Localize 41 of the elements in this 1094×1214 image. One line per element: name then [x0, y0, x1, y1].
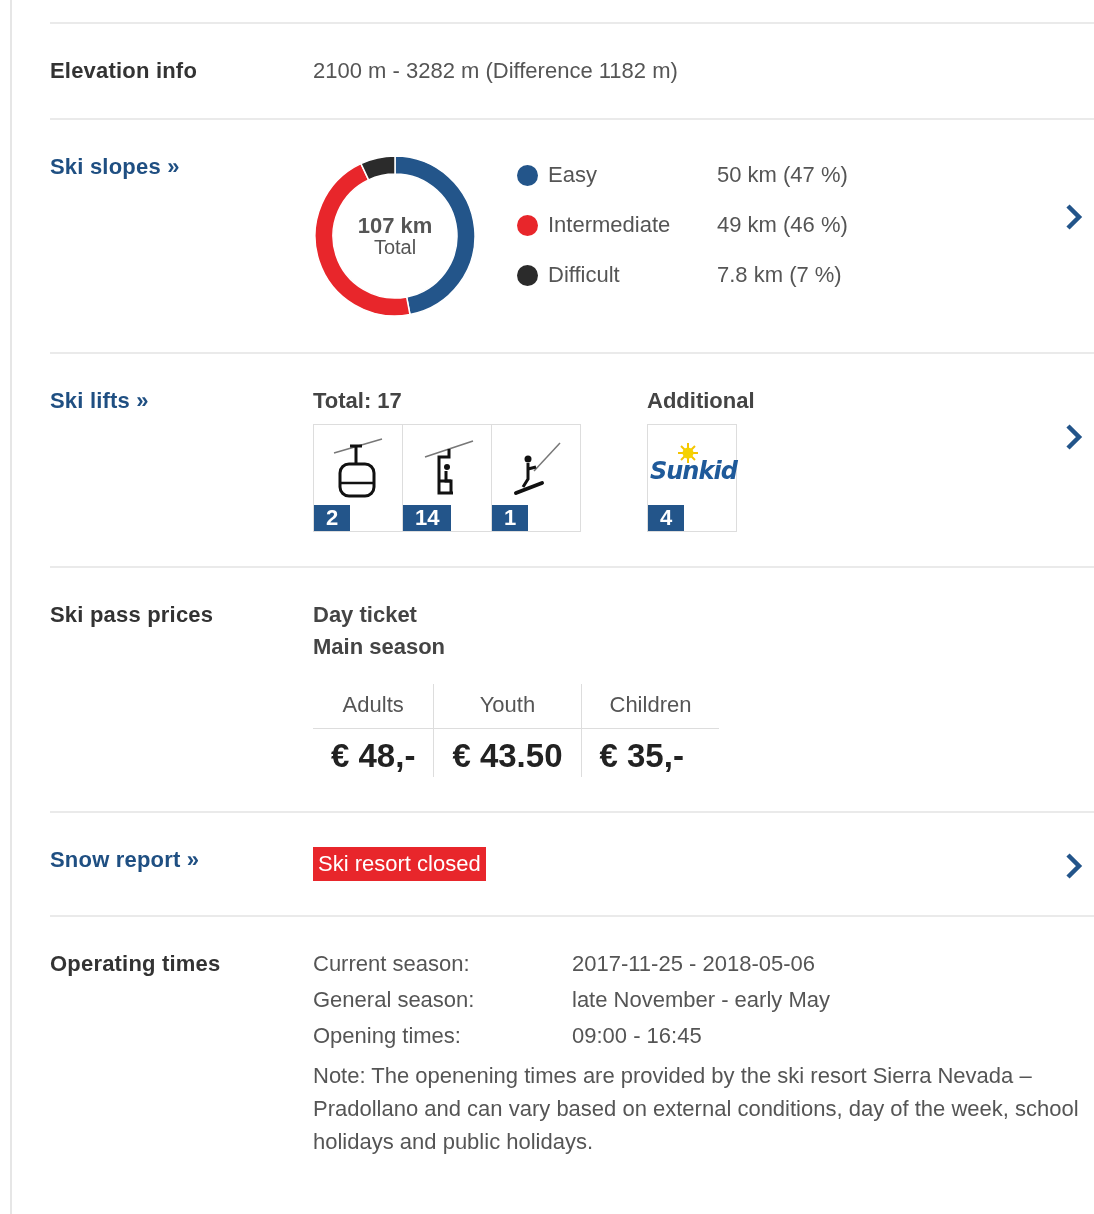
- chevron-right-icon[interactable]: [1064, 202, 1084, 232]
- price-value: € 48,-: [330, 736, 417, 776]
- total-value: 107 km: [357, 215, 433, 237]
- price-category: Youth: [434, 684, 581, 729]
- legend-label: Intermediate: [548, 212, 671, 238]
- elevation-value: 2100 m - 3282 m (Difference 1182 m): [313, 58, 678, 84]
- price-value: € 35,-: [598, 736, 685, 776]
- chevron-right-icon[interactable]: [1064, 851, 1084, 881]
- note-text: Note: The openening times are provided by the ski resort Sierra Nevada – Pradollano and can vary based on external conditions, day of the week, school holidays and public holidays.: [313, 1062, 1080, 1156]
- legend-label: Difficult: [548, 262, 620, 288]
- time-value: 09:00 - 16:45: [572, 1023, 703, 1049]
- lift-count: 2: [314, 505, 351, 531]
- section-label: Operating times: [50, 951, 222, 977]
- time-label: Opening times:: [313, 1023, 462, 1049]
- lifts-total: Total: 17: [313, 388, 403, 414]
- price-category: Children: [581, 684, 720, 729]
- status-badge: Ski resort closed: [313, 847, 486, 881]
- chevron-right-icon[interactable]: [1064, 422, 1084, 452]
- time-value: 2017-11-25 - 2018-05-06: [572, 951, 816, 977]
- snow-report-link[interactable]: Snow report »: [50, 847, 313, 873]
- time-value: late November - early May: [572, 987, 831, 1013]
- lift-count: 4: [648, 505, 685, 531]
- ski-slopes-link[interactable]: Ski slopes »: [50, 154, 313, 180]
- lift-count: 14: [403, 505, 452, 531]
- total-label: Total: [373, 237, 417, 257]
- price-category: Adults: [313, 684, 434, 729]
- time-label: Current season:: [313, 951, 471, 977]
- section-label: Ski pass prices: [50, 602, 215, 628]
- brand-logo: Sunkid: [650, 457, 737, 485]
- season-label: Main season: [313, 634, 447, 660]
- legend-value: 7.8 km (7 %): [717, 262, 843, 288]
- legend-label: Easy: [548, 162, 597, 188]
- ticket-type: Day ticket: [313, 602, 418, 628]
- time-label: General season:: [313, 987, 476, 1013]
- additional-label: Additional: [647, 388, 755, 414]
- section-label: Elevation info: [50, 58, 199, 84]
- legend-value: 49 km (46 %): [717, 212, 848, 238]
- lift-count: 1: [492, 505, 529, 531]
- ski-lifts-link[interactable]: Ski lifts »: [50, 388, 313, 414]
- legend-value: 50 km (47 %): [717, 162, 848, 188]
- price-value: € 43.50: [451, 736, 564, 776]
